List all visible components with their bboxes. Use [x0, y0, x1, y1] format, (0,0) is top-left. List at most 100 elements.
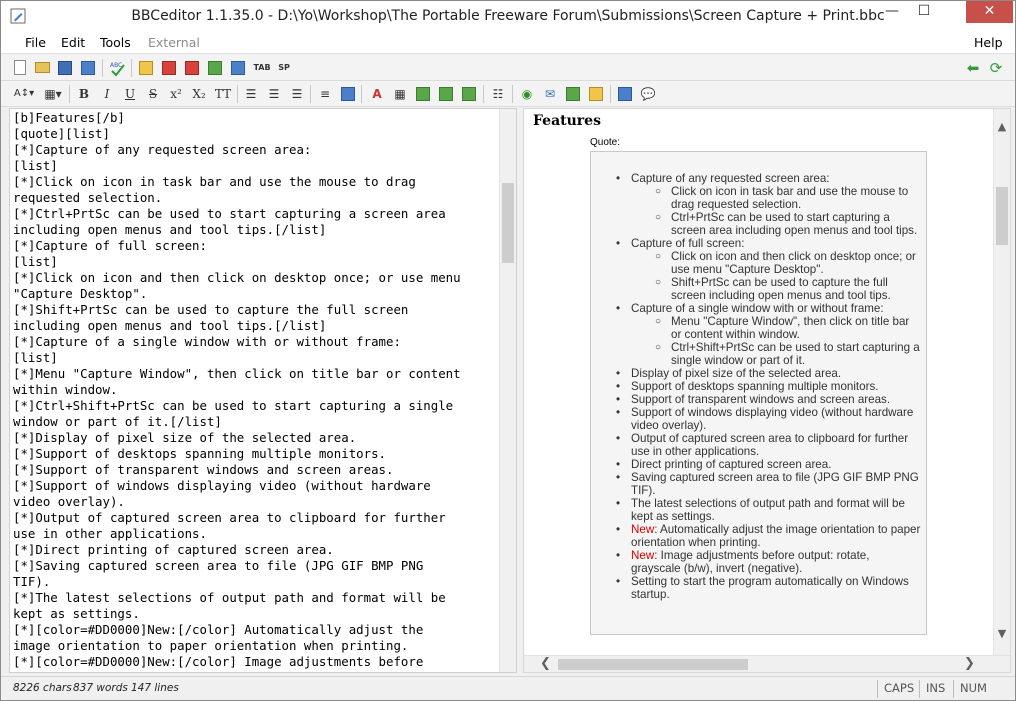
new-file-button[interactable]	[11, 59, 29, 77]
minimize-button[interactable]: —	[878, 1, 906, 23]
editor-line[interactable]: [*]Menu "Capture Window", then click on …	[13, 366, 501, 382]
editor-text[interactable]: [b]Features[/b] [quote][list] [*]Capture o…	[13, 110, 501, 670]
editor-line[interactable]: [*]Shift+PrtSc can be used to capture th…	[13, 302, 501, 318]
font-color-button[interactable]: A	[368, 85, 386, 103]
table-column-button[interactable]	[437, 85, 455, 103]
editor-line[interactable]: [*]Saving captured screen area to file (…	[13, 558, 501, 574]
insert-quote-button[interactable]	[616, 85, 634, 103]
editor-line[interactable]: [list]	[13, 254, 501, 270]
editor-line[interactable]: [list]	[13, 350, 501, 366]
editor-line[interactable]: [*]Ctrl+PrtSc can be used to start captu…	[13, 206, 501, 222]
save-all-button[interactable]	[79, 59, 97, 77]
insert-youtube-id-button[interactable]	[183, 59, 201, 77]
menu-help[interactable]: Help	[974, 35, 1003, 50]
editor-line[interactable]: window or part of it.[/list]	[13, 414, 501, 430]
insert-img-button[interactable]	[564, 85, 582, 103]
editor-line[interactable]: [list]	[13, 158, 501, 174]
list-item-text: Setting to start the program automatical…	[631, 575, 909, 601]
align-center-button[interactable]: ☰	[265, 85, 283, 103]
insert-video-id-button[interactable]	[229, 59, 247, 77]
bold-button[interactable]: B	[75, 85, 93, 103]
menu-file[interactable]: File	[25, 35, 46, 50]
insert-email-button[interactable]: ✉	[541, 85, 559, 103]
insert-image-button[interactable]	[137, 59, 155, 77]
insert-code-button[interactable]	[587, 85, 605, 103]
bbcode-editor[interactable]: [b]Features[/b] [quote][list] [*]Capture o…	[9, 108, 517, 673]
editor-line[interactable]: [*]Support of windows displaying video (…	[13, 478, 501, 494]
editor-line[interactable]: including open menus and tool tips.[/lis…	[13, 318, 501, 334]
editor-line[interactable]: [*][color=#DD0000]New:[/color] Image adj…	[13, 654, 501, 670]
insert-space-button[interactable]: SP	[275, 59, 293, 77]
scroll-right-arrow[interactable]: ❯	[964, 656, 975, 672]
editor-line[interactable]: [*]Click on icon and then click on deskt…	[13, 270, 501, 286]
scroll-up-arrow[interactable]: ▲	[994, 120, 1010, 133]
editor-line[interactable]: [*]Display of pixel size of the selected…	[13, 430, 501, 446]
editor-line[interactable]: requested selection.	[13, 190, 501, 206]
italic-button[interactable]: I	[98, 85, 116, 103]
menu-edit[interactable]: Edit	[61, 35, 85, 50]
editor-line[interactable]: TIF).	[13, 574, 501, 590]
editor-line[interactable]: [quote][list]	[13, 126, 501, 142]
editor-line[interactable]: kept as settings.	[13, 606, 501, 622]
editor-line[interactable]: [*]The latest selections of output path …	[13, 590, 501, 606]
align-left-button[interactable]: ☰	[242, 85, 260, 103]
save-button[interactable]	[56, 59, 74, 77]
editor-line[interactable]: video overlay).	[13, 494, 501, 510]
font-size-dropdown[interactable]: A↕▾	[11, 85, 37, 103]
indent-button[interactable]	[339, 85, 357, 103]
insert-tab-button[interactable]: TAB	[252, 59, 272, 77]
scroll-down-arrow[interactable]: ▼	[994, 627, 1010, 640]
save-all-icon	[81, 61, 95, 75]
editor-vertical-scrollbar[interactable]	[499, 109, 516, 672]
spellcheck-button[interactable]: ABC	[109, 59, 127, 77]
underline-button[interactable]: U	[121, 85, 139, 103]
insert-youtube-url-button[interactable]	[160, 59, 178, 77]
circle-bullet-icon: ○	[655, 251, 662, 262]
editor-line[interactable]: [*]Support of desktops spanning multiple…	[13, 446, 501, 462]
table-cell-button[interactable]	[460, 85, 478, 103]
back-button[interactable]: ⬅	[964, 59, 982, 77]
refresh-preview-button[interactable]: ⟳	[987, 59, 1005, 77]
insert-spoiler-button[interactable]: 💬	[639, 85, 657, 103]
editor-line[interactable]: image orientation to paper orientation w…	[13, 638, 501, 654]
table-button[interactable]: ▦	[391, 85, 409, 103]
editor-line[interactable]: [*][color=#DD0000]New:[/color] Automatic…	[13, 622, 501, 638]
editor-line[interactable]: [*]Direct printing of captured screen ar…	[13, 542, 501, 558]
bullet-icon: •	[616, 380, 621, 393]
maximize-button[interactable]: ☐	[910, 1, 938, 23]
menu-tools[interactable]: Tools	[100, 35, 131, 50]
strikethrough-button[interactable]: S	[144, 85, 162, 103]
editor-line[interactable]: use in other applications.	[13, 526, 501, 542]
teletype-button[interactable]: TT	[213, 85, 233, 103]
horizontal-rule-button[interactable]: ≡	[316, 85, 334, 103]
editor-line[interactable]: [b]Features[/b]	[13, 110, 501, 126]
subscript-button[interactable]: X₂	[190, 85, 208, 103]
superscript-button[interactable]: x²	[167, 85, 185, 103]
editor-line[interactable]: [*]Capture of full screen:	[13, 238, 501, 254]
editor-line[interactable]: [*]Capture of a single window with or wi…	[13, 334, 501, 350]
editor-line[interactable]: [*]Click on icon in task bar and use the…	[13, 174, 501, 190]
editor-line[interactable]: within window.	[13, 382, 501, 398]
preview-vertical-scrollbar[interactable]: ▲ ▼	[993, 109, 1010, 657]
list-item-text: Saving captured screen area to file (JPG…	[631, 471, 919, 497]
editor-line[interactable]: [*]Capture of any requested screen area:	[13, 142, 501, 158]
scroll-left-arrow[interactable]: ❮	[540, 656, 551, 672]
preview-hscroll-thumb[interactable]	[558, 659, 748, 670]
insert-video-url-button[interactable]	[206, 59, 224, 77]
align-right-button[interactable]: ☰	[288, 85, 306, 103]
table-row-button[interactable]	[414, 85, 432, 103]
color-dropdown[interactable]: ▦▾	[41, 85, 65, 103]
editor-line[interactable]: "Capture Desktop".	[13, 286, 501, 302]
editor-line[interactable]: [*]Ctrl+Shift+PrtSc can be used to start…	[13, 398, 501, 414]
list-button[interactable]: ☷	[489, 85, 507, 103]
editor-line[interactable]: [*]Support of transparent windows and sc…	[13, 462, 501, 478]
close-button[interactable]: ✕	[966, 1, 1013, 23]
editor-line[interactable]: including open menus and tool tips.[/lis…	[13, 222, 501, 238]
editor-scroll-thumb[interactable]	[502, 183, 514, 263]
preview-scroll-thumb[interactable]	[996, 187, 1008, 245]
editor-line[interactable]: [*]Output of captured screen area to cli…	[13, 510, 501, 526]
insert-url-button[interactable]: ◉	[518, 85, 536, 103]
preview-horizontal-scrollbar[interactable]: ❮ ❯	[524, 655, 1010, 672]
open-file-button[interactable]	[33, 59, 51, 77]
menu-external[interactable]: External	[148, 35, 200, 50]
